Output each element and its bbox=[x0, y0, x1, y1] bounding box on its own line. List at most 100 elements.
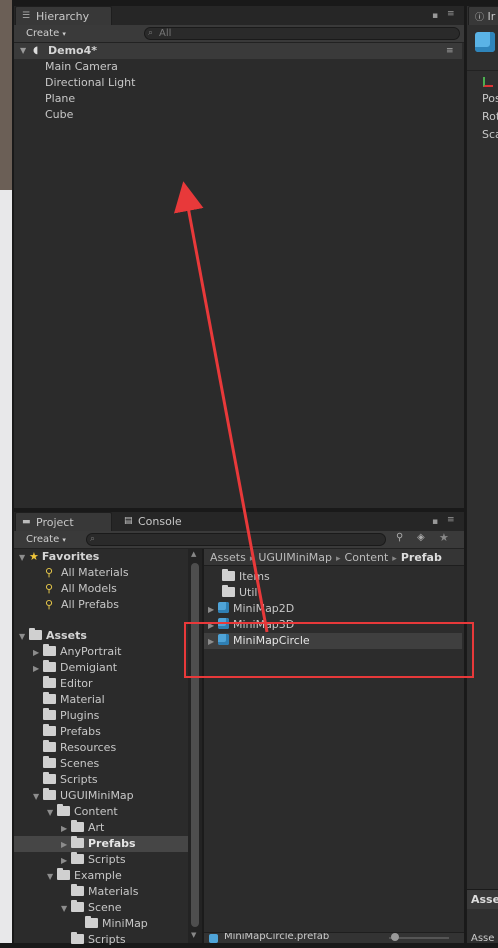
tree-item[interactable]: MiniMap bbox=[14, 916, 188, 932]
info-icon: ⓘ bbox=[475, 13, 485, 23]
status-file-name: MiniMapCircle.prefab bbox=[224, 932, 330, 942]
asset-footer-label: Asse bbox=[471, 893, 498, 906]
tree-item[interactable]: Materials bbox=[14, 884, 188, 900]
tab-hierarchy[interactable]: ☰ Hierarchy bbox=[15, 6, 112, 25]
breadcrumb-item[interactable]: Content bbox=[341, 549, 389, 565]
favorites-expand-arrow[interactable]: ▼ bbox=[19, 550, 29, 566]
filter-by-label-icon[interactable]: ◈ bbox=[417, 532, 425, 543]
expand-arrow-icon[interactable]: ▶ bbox=[61, 821, 71, 837]
file-item[interactable]: ▶ MiniMap3D bbox=[204, 617, 462, 633]
tree-scrollbar[interactable]: ▲ ▼ bbox=[188, 549, 202, 943]
folder-icon bbox=[85, 916, 98, 928]
tab-project[interactable]: ▬ Project bbox=[15, 512, 112, 531]
gameobject-cube-icon bbox=[475, 32, 495, 52]
lock-icon[interactable]: ▪ bbox=[432, 11, 438, 21]
tree-item[interactable]: Plugins bbox=[14, 708, 188, 724]
breadcrumb-item[interactable]: Prefab bbox=[397, 549, 442, 565]
favorites-header[interactable]: ▼ ★ Favorites bbox=[14, 549, 99, 565]
tree-item-label: Resources bbox=[60, 741, 117, 754]
folder-icon bbox=[57, 804, 70, 816]
tree-item[interactable]: ▶ Prefabs bbox=[14, 836, 188, 852]
hierarchy-create-button[interactable]: Create ▾ bbox=[26, 27, 66, 41]
file-item[interactable]: ▶ MiniMap2D bbox=[204, 601, 462, 617]
tree-item[interactable]: ▼ Scene bbox=[14, 900, 188, 916]
file-item[interactable]: Items bbox=[204, 569, 462, 585]
inspector-transform-row: Sca bbox=[482, 128, 498, 141]
tree-item-label: Scene bbox=[88, 901, 122, 914]
tree-item[interactable]: ▶ Scripts bbox=[14, 852, 188, 868]
breadcrumb-item[interactable]: UGUIMiniMap bbox=[254, 549, 332, 565]
hierarchy-item[interactable]: Plane bbox=[45, 91, 75, 107]
folder-icon bbox=[43, 676, 56, 688]
hierarchy-toolbar: Create ▾ ⌕ All bbox=[14, 25, 464, 43]
folder-icon bbox=[43, 660, 56, 672]
expand-arrow-icon[interactable]: ▶ bbox=[208, 618, 218, 634]
breadcrumb-item[interactable]: Assets bbox=[204, 549, 246, 565]
hierarchy-item[interactable]: Main Camera bbox=[45, 59, 118, 75]
tree-item[interactable]: Prefabs bbox=[14, 724, 188, 740]
panel-menu-icon[interactable]: ≡ bbox=[447, 9, 455, 19]
tree-item[interactable]: Editor bbox=[14, 676, 188, 692]
folder-icon bbox=[43, 740, 56, 752]
project-search-input[interactable]: ⌕ bbox=[86, 533, 386, 546]
file-item[interactable]: ▶ MiniMapCircle bbox=[204, 633, 462, 649]
tree-item-label: MiniMap bbox=[102, 917, 148, 930]
unity-scene-icon: ◖ bbox=[33, 45, 39, 56]
tree-scrollbar-thumb[interactable] bbox=[191, 563, 199, 927]
scene-ground bbox=[0, 190, 12, 943]
tab-inspector[interactable]: ⓘ Ir bbox=[468, 6, 498, 25]
favorites-item[interactable]: ⚲ All Materials bbox=[45, 565, 129, 581]
hierarchy-tab-label: Hierarchy bbox=[36, 10, 90, 23]
list-icon: ☰ bbox=[22, 11, 31, 21]
zoom-slider-knob[interactable] bbox=[391, 933, 399, 941]
favorite-star-icon[interactable]: ★ bbox=[439, 531, 449, 544]
expand-arrow-icon[interactable]: ▼ bbox=[47, 805, 57, 821]
scene-menu-icon[interactable]: ≡ bbox=[446, 43, 454, 59]
expand-arrow-icon[interactable]: ▶ bbox=[33, 661, 43, 677]
tree-item[interactable]: Material bbox=[14, 692, 188, 708]
console-icon: ▤ bbox=[124, 516, 133, 526]
scene-expand-arrow[interactable]: ▼ bbox=[20, 43, 26, 59]
inspector-tab-label: Ir bbox=[487, 10, 496, 23]
expand-arrow-icon[interactable]: ▼ bbox=[61, 901, 71, 917]
tab-console[interactable]: ▤ Console bbox=[118, 512, 208, 531]
tree-item[interactable]: ▼ Content bbox=[14, 804, 188, 820]
expand-arrow-icon[interactable]: ▶ bbox=[61, 853, 71, 869]
filter-by-type-icon[interactable]: ⚲ bbox=[396, 532, 403, 543]
tree-item[interactable]: Scripts bbox=[14, 932, 188, 948]
tree-item[interactable]: ▶ Art bbox=[14, 820, 188, 836]
expand-arrow-icon[interactable]: ▶ bbox=[208, 602, 218, 618]
scroll-up-icon[interactable]: ▲ bbox=[191, 550, 196, 558]
project-lock-icon[interactable]: ▪ bbox=[432, 517, 438, 527]
tree-item[interactable]: Scripts bbox=[14, 772, 188, 788]
expand-arrow-icon[interactable]: ▼ bbox=[33, 789, 43, 805]
hierarchy-search-input[interactable]: ⌕ All bbox=[144, 27, 460, 40]
expand-arrow-icon[interactable]: ▼ bbox=[47, 869, 57, 885]
tree-item[interactable]: Resources bbox=[14, 740, 188, 756]
file-item[interactable]: Util bbox=[204, 585, 462, 601]
tree-item[interactable]: ▼ UGUIMiniMap bbox=[14, 788, 188, 804]
hierarchy-item[interactable]: Cube bbox=[45, 107, 73, 123]
favorites-item[interactable]: ⚲ All Prefabs bbox=[45, 597, 119, 613]
tree-item-assets[interactable]: ▼ Assets bbox=[14, 628, 87, 644]
tree-item[interactable]: ▶ Demigiant bbox=[14, 660, 188, 676]
expand-arrow-icon[interactable]: ▶ bbox=[33, 645, 43, 661]
scene-row[interactable]: ▼ ◖ Demo4* ≡ bbox=[14, 43, 462, 59]
folder-icon bbox=[43, 708, 56, 720]
hierarchy-item[interactable]: Directional Light bbox=[45, 75, 135, 91]
project-menu-icon[interactable]: ≡ bbox=[447, 515, 455, 525]
expand-arrow-icon[interactable]: ▼ bbox=[19, 629, 29, 645]
scroll-down-icon[interactable]: ▼ bbox=[191, 931, 196, 939]
tree-item[interactable]: Scenes bbox=[14, 756, 188, 772]
tree-item[interactable]: ▼ Example bbox=[14, 868, 188, 884]
favorites-item[interactable]: ⚲ All Models bbox=[45, 581, 117, 597]
tree-item[interactable]: ▶ AnyPortrait bbox=[14, 644, 188, 660]
tree-item-label: Materials bbox=[88, 885, 139, 898]
expand-arrow-icon[interactable]: ▶ bbox=[208, 634, 218, 650]
expand-arrow-icon[interactable]: ▶ bbox=[61, 837, 71, 853]
search-filter-icon: ⚲ bbox=[45, 582, 54, 595]
tree-item-label: Prefabs bbox=[88, 837, 136, 850]
folder-icon bbox=[222, 569, 235, 581]
project-create-button[interactable]: Create ▾ bbox=[26, 533, 66, 547]
inspector-transform-row: Pos bbox=[482, 92, 498, 105]
